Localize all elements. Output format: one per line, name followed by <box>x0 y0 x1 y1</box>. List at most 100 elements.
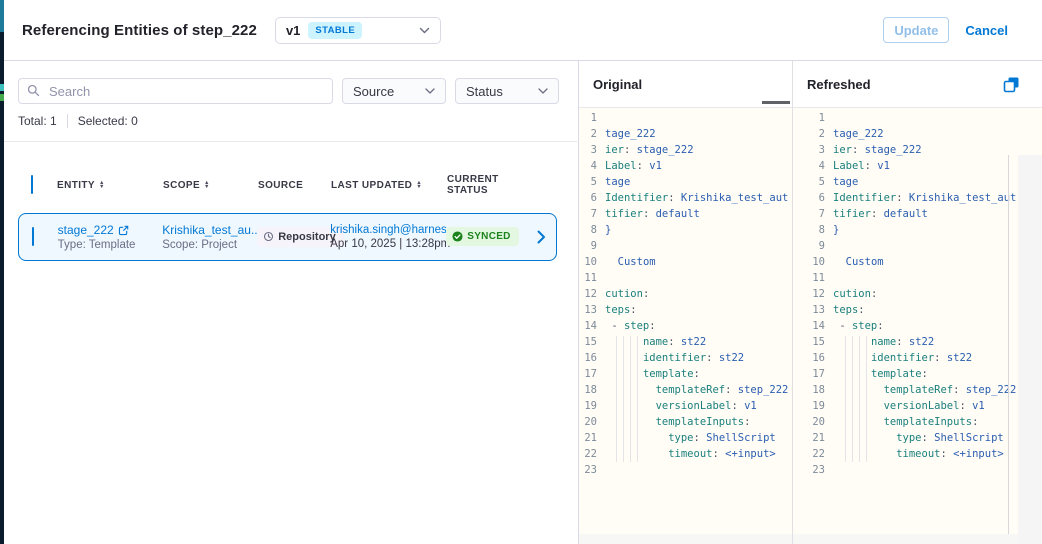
code-line: 12cution: <box>579 286 792 302</box>
code-line: 4Label: v1 <box>793 158 1042 174</box>
sort-icon[interactable]: ▲▼ <box>204 181 210 189</box>
refreshed-code-editor[interactable]: 12tage_2223ier: stage_2224Label: v15tage… <box>793 108 1042 544</box>
original-pane-header: Original <box>579 61 792 108</box>
code-line: 4Label: v1 <box>579 158 792 174</box>
column-scope: SCOPE <box>163 180 200 191</box>
modal-header: Referencing Entities of step_222 v1 STAB… <box>4 0 1042 61</box>
update-button[interactable]: Update <box>883 17 949 43</box>
code-line: 12cution: <box>793 286 1042 302</box>
code-line: 22 timeout: <+input> <box>793 446 1042 462</box>
sort-icon[interactable]: ▲▼ <box>416 181 422 189</box>
code-line: 8} <box>579 222 792 238</box>
entity-name: stage_222 <box>58 223 114 237</box>
column-current-status: CURRENT STATUS <box>447 174 539 196</box>
version-select[interactable]: v1 STABLE <box>275 17 441 44</box>
totals-row: Total: 1 Selected: 0 <box>18 114 563 128</box>
totals-divider <box>67 114 68 128</box>
source-filter-dropdown[interactable]: Source <box>342 78 446 104</box>
refreshed-title: Refreshed <box>807 77 871 92</box>
indent-guide <box>637 336 638 462</box>
version-label: v1 <box>286 23 300 38</box>
code-line: 19 versionLabel: v1 <box>579 398 792 414</box>
search-icon <box>27 84 40 97</box>
refreshed-pane-header: Refreshed <box>793 61 1042 108</box>
code-line: 10 Custom <box>793 254 1042 270</box>
code-line: 2tage_222 <box>579 126 792 142</box>
code-line: 5tage <box>579 174 792 190</box>
code-line: 6Identifier: Krishika_test_aut <box>579 190 792 206</box>
code-line: 19 versionLabel: v1 <box>793 398 1042 414</box>
last-updated-by: krishika.singh@harnes... <box>330 224 446 236</box>
table-header: ENTITY ▲▼ SCOPE ▲▼ SOURCE LAST UPDATED ▲… <box>31 174 557 196</box>
check-circle-icon <box>452 231 463 242</box>
last-updated-at: Apr 10, 2025 | 13:28pm <box>330 238 446 250</box>
status-filter-label: Status <box>466 84 503 99</box>
row-checkbox[interactable] <box>32 227 34 246</box>
code-line: 10 Custom <box>579 254 792 270</box>
code-line: 21 type: ShellScript <box>793 430 1042 446</box>
page-title: Referencing Entities of step_222 <box>22 22 257 39</box>
code-line: 17 template: <box>579 366 792 382</box>
vertical-scrollbar-track[interactable] <box>1018 155 1042 544</box>
indent-guide <box>616 336 617 462</box>
chevron-down-icon <box>419 27 430 34</box>
repository-icon <box>263 231 274 242</box>
indent-guide <box>845 336 846 462</box>
copy-icon[interactable] <box>1003 76 1020 93</box>
chevron-right-icon[interactable] <box>537 230 546 244</box>
horizontal-scrollbar-thumb[interactable] <box>762 101 790 104</box>
code-line: 8} <box>793 222 1042 238</box>
code-line: 23 <box>793 462 1042 478</box>
refreshed-pane: Refreshed 12tage_2223ier: stage_2224Labe… <box>793 61 1042 544</box>
status-badge-label: SYNCED <box>467 231 510 242</box>
code-line: 9 <box>793 238 1042 254</box>
entity-link[interactable]: stage_222 <box>58 223 163 237</box>
code-line: 5tage <box>793 174 1042 190</box>
chevron-down-icon <box>425 88 435 94</box>
entity-type: Type: Template <box>58 239 163 251</box>
code-line: 6Identifier: Krishika_test_aut <box>793 190 1042 206</box>
select-all-checkbox[interactable] <box>31 175 33 194</box>
referencing-entities-dialog: Referencing Entities of step_222 v1 STAB… <box>0 0 1042 544</box>
filter-row: Source Status <box>18 78 563 104</box>
search-box <box>18 78 333 104</box>
selected-count: Selected: 0 <box>78 114 138 128</box>
indent-guide <box>859 336 860 462</box>
search-input[interactable] <box>18 78 333 104</box>
code-line: 15 name: st22 <box>579 334 792 350</box>
scrollbar-track <box>793 534 1018 544</box>
modal: Referencing Entities of step_222 v1 STAB… <box>4 0 1042 544</box>
stable-badge: STABLE <box>308 22 362 39</box>
scope-detail: Scope: Project <box>162 239 257 251</box>
source-filter-label: Source <box>353 84 394 99</box>
sort-icon[interactable]: ▲▼ <box>99 181 105 189</box>
code-line: 18 templateRef: step_222 <box>579 382 792 398</box>
status-filter-dropdown[interactable]: Status <box>455 78 559 104</box>
code-line: 2tage_222 <box>793 126 1042 142</box>
chevron-down-icon <box>538 88 548 94</box>
scope-link[interactable]: Krishika_test_au... <box>162 223 257 237</box>
code-line: 11 <box>793 270 1042 286</box>
code-line: 16 identifier: st22 <box>579 350 792 366</box>
code-line: 1 <box>793 110 1042 126</box>
code-line: 18 templateRef: step_222 <box>793 382 1042 398</box>
indent-guide <box>866 336 867 462</box>
code-line: 13teps: <box>579 302 792 318</box>
scrollbar-track <box>579 534 792 544</box>
code-line: 17 template: <box>793 366 1042 382</box>
code-line: 3ier: stage_222 <box>793 142 1042 158</box>
cancel-button[interactable]: Cancel <box>965 23 1008 38</box>
original-code-editor[interactable]: 12tage_2223ier: stage_2224Label: v15tage… <box>579 108 792 544</box>
indent-guide <box>630 336 631 462</box>
code-line: 15 name: st22 <box>793 334 1042 350</box>
code-line: 20 templateInputs: <box>793 414 1042 430</box>
code-line: 21 type: ShellScript <box>579 430 792 446</box>
code-line: 1 <box>579 110 792 126</box>
code-line: 14 - step: <box>579 318 792 334</box>
code-line: 9 <box>579 238 792 254</box>
column-entity: ENTITY <box>57 180 95 191</box>
code-line: 22 timeout: <+input> <box>579 446 792 462</box>
total-count: Total: 1 <box>18 114 57 128</box>
table-row[interactable]: stage_222 Type: Template Krishika_test_a… <box>18 213 557 261</box>
external-link-icon <box>118 225 129 236</box>
